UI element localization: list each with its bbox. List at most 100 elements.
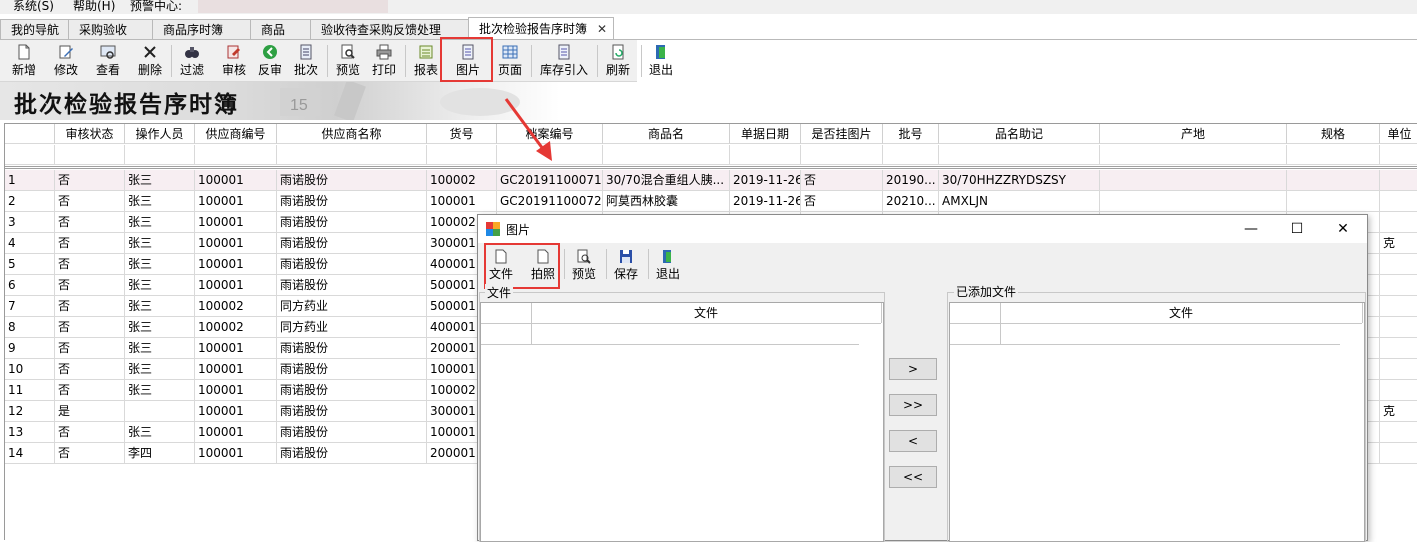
- filter-cell-product-mnemonic[interactable]: [939, 145, 1100, 165]
- add-one-button[interactable]: >: [889, 358, 937, 380]
- cell-supplier-code: 100002: [195, 317, 277, 338]
- toolbar-separator: [327, 45, 328, 77]
- filter-cell-batch-number[interactable]: [883, 145, 939, 165]
- cell-supplier-code: 100001: [195, 443, 277, 464]
- filter-cell-has-picture[interactable]: [801, 145, 883, 165]
- dialog-exit-button[interactable]: 退出: [651, 247, 685, 285]
- column-header-item-code[interactable]: 货号: [427, 124, 497, 144]
- cell-unit: [1380, 359, 1417, 380]
- delete-button[interactable]: 删除: [132, 40, 168, 80]
- filter-cell-doc-date[interactable]: [730, 145, 801, 165]
- filter-cell-audit-status[interactable]: [55, 145, 125, 165]
- dialog-preview-button[interactable]: 预览: [567, 247, 601, 285]
- files-filter-row[interactable]: [481, 324, 859, 345]
- page-banner: 批次检验报告序时簿 15: [0, 82, 560, 120]
- filter-cell-supplier-code[interactable]: [195, 145, 277, 165]
- column-header-row-number[interactable]: [5, 124, 55, 144]
- cell-supplier-name: 同方药业: [277, 317, 427, 338]
- close-icon[interactable]: ✕: [597, 18, 607, 41]
- column-header-batch-number[interactable]: 批号: [883, 124, 939, 144]
- report-button[interactable]: 报表: [408, 40, 444, 80]
- cell-supplier-code: 100001: [195, 254, 277, 275]
- view-button[interactable]: 查看: [90, 40, 126, 80]
- preview-icon: [341, 44, 355, 59]
- toolbar-label: 报表: [413, 63, 438, 77]
- save-button[interactable]: 保存: [609, 247, 643, 285]
- filter-cell-item-code[interactable]: [427, 145, 497, 165]
- menu-system[interactable]: 系统(S): [13, 0, 54, 14]
- column-header-origin[interactable]: 产地: [1100, 124, 1287, 144]
- tab-product[interactable]: 商品: [250, 19, 312, 39]
- cell-unit: [1380, 422, 1417, 443]
- column-header-product-name[interactable]: 商品名: [603, 124, 730, 144]
- cell-item-code: 100002: [427, 170, 497, 191]
- tab-my-navigation[interactable]: 我的导航: [0, 19, 70, 39]
- toolbar-label: 预览: [335, 63, 360, 77]
- dialog-toolbar-label: 退出: [655, 267, 680, 281]
- column-header-unit[interactable]: 单位: [1380, 124, 1417, 144]
- files-list[interactable]: 文件: [480, 302, 884, 542]
- add-all-button[interactable]: >>: [889, 394, 937, 416]
- filter-cell-unit[interactable]: [1380, 145, 1417, 165]
- cell-archive-number: GC20191100071: [497, 170, 603, 191]
- cell-audit-status: 否: [55, 359, 125, 380]
- close-button[interactable]: ✕: [1320, 217, 1366, 241]
- cell-row-number: 5: [5, 254, 55, 275]
- tab-purchase-acceptance[interactable]: 采购验收: [68, 19, 154, 39]
- cell-supplier-name: 雨诺股份: [277, 380, 427, 401]
- alert-center-box[interactable]: [198, 0, 388, 13]
- save-icon: [620, 250, 632, 263]
- table-row[interactable]: 1 否张三 100001 雨诺股份 100002 GC20191100071 30/70混合…: [5, 170, 1417, 191]
- maximize-button[interactable]: ☐: [1274, 217, 1320, 241]
- new-doc-icon: [18, 44, 30, 60]
- unaudit-button[interactable]: 反审: [252, 40, 288, 80]
- filter-cell-row-number[interactable]: [5, 145, 55, 165]
- remove-all-button[interactable]: <<: [889, 466, 937, 488]
- filter-cell-product-name[interactable]: [603, 145, 730, 165]
- tab-feedback[interactable]: 验收待查采购反馈处理: [310, 19, 470, 39]
- cell-supplier-name: 雨诺股份: [277, 401, 427, 422]
- page-button[interactable]: 页面: [492, 40, 528, 80]
- cell-unit: 克: [1380, 401, 1417, 422]
- filter-cell-operator[interactable]: [125, 145, 195, 165]
- filter-button[interactable]: 过滤: [174, 40, 210, 80]
- cell-audit-status: 否: [55, 191, 125, 212]
- column-header-doc-date[interactable]: 单据日期: [730, 124, 801, 144]
- column-header-audit-status[interactable]: 审核状态: [55, 124, 125, 144]
- added-files-list[interactable]: 文件: [949, 302, 1365, 542]
- preview-button[interactable]: 预览: [330, 40, 366, 80]
- audit-button[interactable]: 审核: [216, 40, 252, 80]
- table-row[interactable]: 2 否张三 100001 雨诺股份 100001 GC20191100072 阿莫西林胶囊 2…: [5, 191, 1417, 212]
- minimize-button[interactable]: —: [1228, 217, 1274, 241]
- added-files-group-label: 已添加文件: [954, 283, 1019, 300]
- added-files-filter-row[interactable]: [950, 324, 1340, 345]
- remove-one-button[interactable]: <: [889, 430, 937, 452]
- edit-button[interactable]: 修改: [48, 40, 84, 80]
- column-header-supplier-code[interactable]: 供应商编号: [195, 124, 277, 144]
- cell-doc-date: 2019-11-26: [730, 191, 801, 212]
- print-button[interactable]: 打印: [366, 40, 402, 80]
- column-header-product-mnemonic[interactable]: 品名助记: [939, 124, 1100, 144]
- toolbar-separator: [597, 45, 598, 77]
- column-header-operator[interactable]: 操作人员: [125, 124, 195, 144]
- column-header-supplier-name[interactable]: 供应商名称: [277, 124, 427, 144]
- tab-product-journal[interactable]: 商品序时簿: [152, 19, 252, 39]
- batch-button[interactable]: 批次: [288, 40, 324, 80]
- column-header-spec[interactable]: 规格: [1287, 124, 1380, 144]
- new-button[interactable]: 新增: [6, 40, 42, 80]
- inventory-import-button[interactable]: 库存引入: [536, 40, 592, 80]
- toolbar-label: 页面: [497, 63, 522, 77]
- app-icon: [486, 222, 500, 236]
- filter-cell-spec[interactable]: [1287, 145, 1380, 165]
- filter-cell-origin[interactable]: [1100, 145, 1287, 165]
- cell-row-number: 13: [5, 422, 55, 443]
- exit-button[interactable]: 退出: [643, 40, 679, 80]
- menu-help[interactable]: 帮助(H): [73, 0, 115, 14]
- cell-operator: [125, 401, 195, 422]
- refresh-button[interactable]: 刷新: [600, 40, 636, 80]
- cell-audit-status: 否: [55, 254, 125, 275]
- column-header-has-picture[interactable]: 是否挂图片: [801, 124, 883, 144]
- filter-cell-supplier-name[interactable]: [277, 145, 427, 165]
- cell-supplier-name: 雨诺股份: [277, 338, 427, 359]
- dialog-toolbar-label: 保存: [613, 267, 638, 281]
